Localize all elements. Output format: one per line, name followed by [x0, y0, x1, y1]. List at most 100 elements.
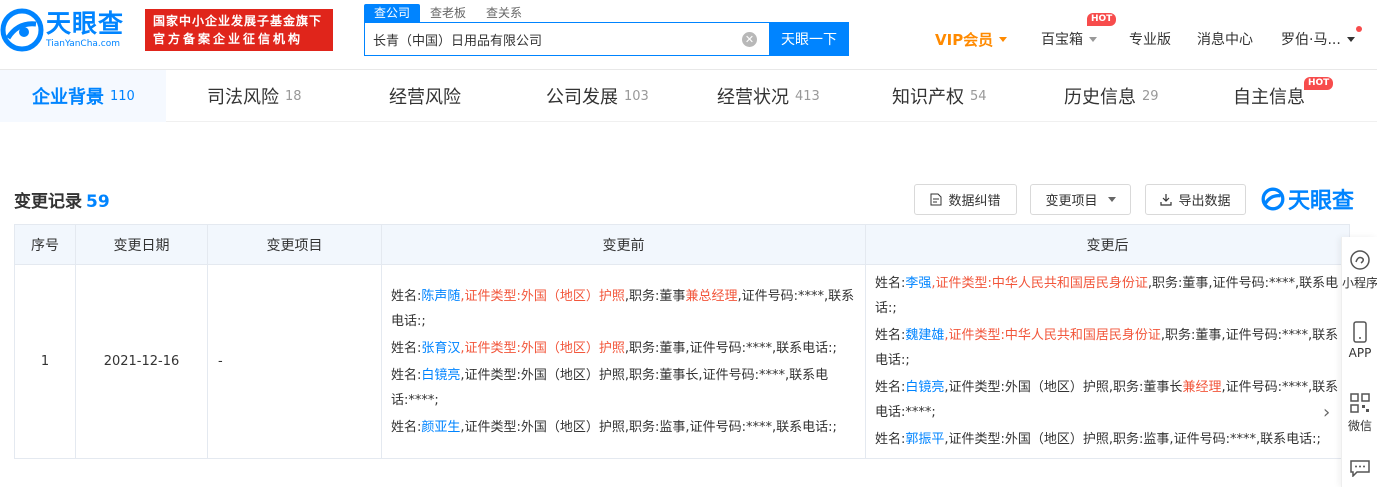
baibaoxiang-menu[interactable]: 百宝箱 [1041, 28, 1097, 50]
button-label: 数据纠错 [948, 194, 1001, 209]
tab-ip[interactable]: 知识产权 54 [892, 70, 987, 122]
person-link[interactable]: 白镜亮 [421, 368, 460, 383]
chevron-down-icon [1346, 36, 1355, 42]
change-entry: 姓名:白镜亮,证件类型:外国（地区）护照,职务:董事长兼经理,证件号码:****… [875, 380, 1339, 420]
tab-judicial[interactable]: 司法风险 18 [207, 70, 302, 122]
tab-label: 历史信息 [1064, 87, 1136, 108]
hot-badge: HOT [1087, 13, 1117, 26]
after-cell: 姓名:李强,证件类型:中华人民共和国居民身份证,职务:董事,证件号码:****,… [865, 264, 1350, 459]
tianyancha-logo-icon [1261, 187, 1285, 211]
brand-watermark: 天眼查 [1261, 184, 1354, 214]
side-feedback[interactable] [1342, 459, 1377, 480]
section-title-text: 变更记录 [14, 192, 82, 212]
chevron-right-icon[interactable]: › [1323, 402, 1330, 423]
clear-circle-icon[interactable]: ✕ [742, 32, 757, 47]
search-tab-relation[interactable]: 查关系 [476, 4, 532, 22]
tab-label: 司法风险 [207, 87, 279, 108]
header-index: 序号 [14, 224, 76, 265]
phone-icon [1353, 321, 1367, 343]
side-label: 微信 [1347, 419, 1372, 433]
top-bar: 天眼查 TianYanCha.com 国家中小企业发展子基金旗下 官方备案企业征… [0, 0, 1377, 70]
user-name: 罗伯·马... [1281, 32, 1341, 48]
brand-name: 天眼查 [1288, 189, 1355, 214]
before-cell: 姓名:陈声随,证件类型:外国（地区）护照,职务:董事兼总经理,证件号码:****… [381, 264, 866, 459]
baibaoxiang-label: 百宝箱 [1041, 32, 1083, 48]
tab-count: 110 [110, 88, 135, 104]
change-item-filter[interactable]: 变更项目 [1030, 184, 1131, 215]
tab-count: 29 [1142, 88, 1159, 104]
person-link[interactable]: 颜亚生 [421, 420, 460, 435]
side-label: 小程序 [1342, 276, 1377, 290]
document-icon [930, 193, 942, 206]
change-entry: 姓名:魏建雄,证件类型:中华人民共和国居民身份证,职务:董事,证件号码:****… [875, 328, 1339, 368]
search-tab-boss[interactable]: 查老板 [420, 4, 476, 22]
person-link[interactable]: 白镜亮 [905, 380, 944, 395]
search-input[interactable] [373, 31, 733, 47]
tab-label: 经营状况 [717, 87, 789, 108]
person-link[interactable]: 李强 [905, 276, 931, 291]
logo-domain: TianYanCha.com [46, 39, 121, 49]
badge-line-2: 官方备案企业征信机构 [153, 32, 304, 46]
header-before: 变更前 [381, 224, 866, 265]
table-header-row: 序号 变更日期 变更项目 变更前 变更后 [14, 224, 1350, 265]
tab-development[interactable]: 公司发展 103 [546, 70, 649, 122]
search-box: ✕ [364, 22, 769, 56]
change-entry: 姓名:李强,证件类型:中华人民共和国居民身份证,职务:董事,证件号码:****,… [875, 276, 1339, 316]
search-tab-company[interactable]: 查公司 [364, 4, 421, 22]
badge-line-1: 国家中小企业发展子基金旗下 [153, 14, 323, 28]
export-data-button[interactable]: 导出数据 [1145, 184, 1246, 215]
messages-link[interactable]: 消息中心 [1197, 28, 1253, 50]
data-correction-button[interactable]: 数据纠错 [914, 184, 1017, 215]
download-icon [1160, 194, 1173, 206]
section-count: 59 [86, 192, 110, 212]
tab-label: 企业背景 [32, 87, 104, 108]
chevron-down-icon [1107, 197, 1116, 202]
search-button[interactable]: 天眼一下 [769, 22, 849, 56]
side-mini-program[interactable]: 小程序 [1342, 249, 1377, 291]
pro-link[interactable]: 专业版 [1129, 28, 1171, 50]
official-badge: 国家中小企业发展子基金旗下 官方备案企业征信机构 [145, 9, 333, 51]
change-entry: 姓名:郭振平,证件类型:外国（地区）护照,职务:监事,证件号码:****,联系电… [875, 432, 1321, 447]
tab-label: 知识产权 [892, 87, 964, 108]
person-link[interactable]: 魏建雄 [905, 328, 944, 343]
qrcode-icon [1350, 393, 1370, 413]
search-tabs: 查公司 查老板 查关系 [364, 4, 532, 22]
pro-label: 专业版 [1129, 32, 1171, 48]
row-item: - [207, 264, 382, 459]
side-panel: 小程序 APP 微信 [1341, 237, 1377, 487]
logo[interactable]: 天眼查 TianYanCha.com [0, 4, 140, 56]
tab-label: 公司发展 [546, 87, 618, 108]
tab-count: 54 [970, 88, 987, 104]
change-entry: 姓名:陈声随,证件类型:外国（地区）护照,职务:董事兼总经理,证件号码:****… [391, 288, 855, 329]
row-date: 2021-12-16 [75, 264, 208, 459]
tab-operating-risk[interactable]: 经营风险 [389, 70, 461, 122]
change-records-table: 序号 变更日期 变更项目 变更前 变更后 1 2021-12-16 - 姓名:陈… [14, 224, 1350, 459]
section-title: 变更记录 59 [14, 187, 110, 212]
logo-name: 天眼查 [46, 9, 125, 38]
person-link[interactable]: 张育汉 [421, 341, 460, 356]
tab-history[interactable]: 历史信息 29 [1064, 70, 1159, 122]
side-app[interactable]: APP [1342, 321, 1377, 360]
header-after: 变更后 [865, 224, 1350, 265]
chevron-down-icon [999, 36, 1008, 42]
person-link[interactable]: 郭振平 [905, 432, 944, 447]
hot-badge: HOT [1304, 77, 1334, 90]
person-link[interactable]: 陈声随 [421, 289, 460, 304]
tab-self-info[interactable]: 自主信息 [1233, 70, 1305, 122]
user-menu[interactable]: 罗伯·马... [1281, 28, 1355, 50]
header-item: 变更项目 [207, 224, 382, 265]
button-label: 导出数据 [1178, 194, 1231, 209]
side-label: APP [1348, 346, 1372, 360]
tab-operations[interactable]: 经营状况 413 [717, 70, 820, 122]
tab-label: 自主信息 [1233, 87, 1305, 108]
tab-count: 413 [795, 88, 820, 104]
change-entry: 姓名:白镜亮,证件类型:外国（地区）护照,职务:董事长,证件号码:****,联系… [391, 367, 829, 408]
vip-menu[interactable]: VIP会员 [935, 28, 1008, 50]
row-index: 1 [14, 264, 76, 459]
side-wechat[interactable]: 微信 [1342, 392, 1377, 434]
mini-program-icon [1350, 250, 1370, 270]
messages-label: 消息中心 [1197, 32, 1253, 48]
table-row: 1 2021-12-16 - 姓名:陈声随,证件类型:外国（地区）护照,职务:董… [14, 264, 1350, 459]
change-entry: 姓名:颜亚生,证件类型:外国（地区）护照,职务:监事,证件号码:****,联系电… [391, 419, 837, 435]
tab-background[interactable]: 企业背景 110 [32, 70, 135, 122]
